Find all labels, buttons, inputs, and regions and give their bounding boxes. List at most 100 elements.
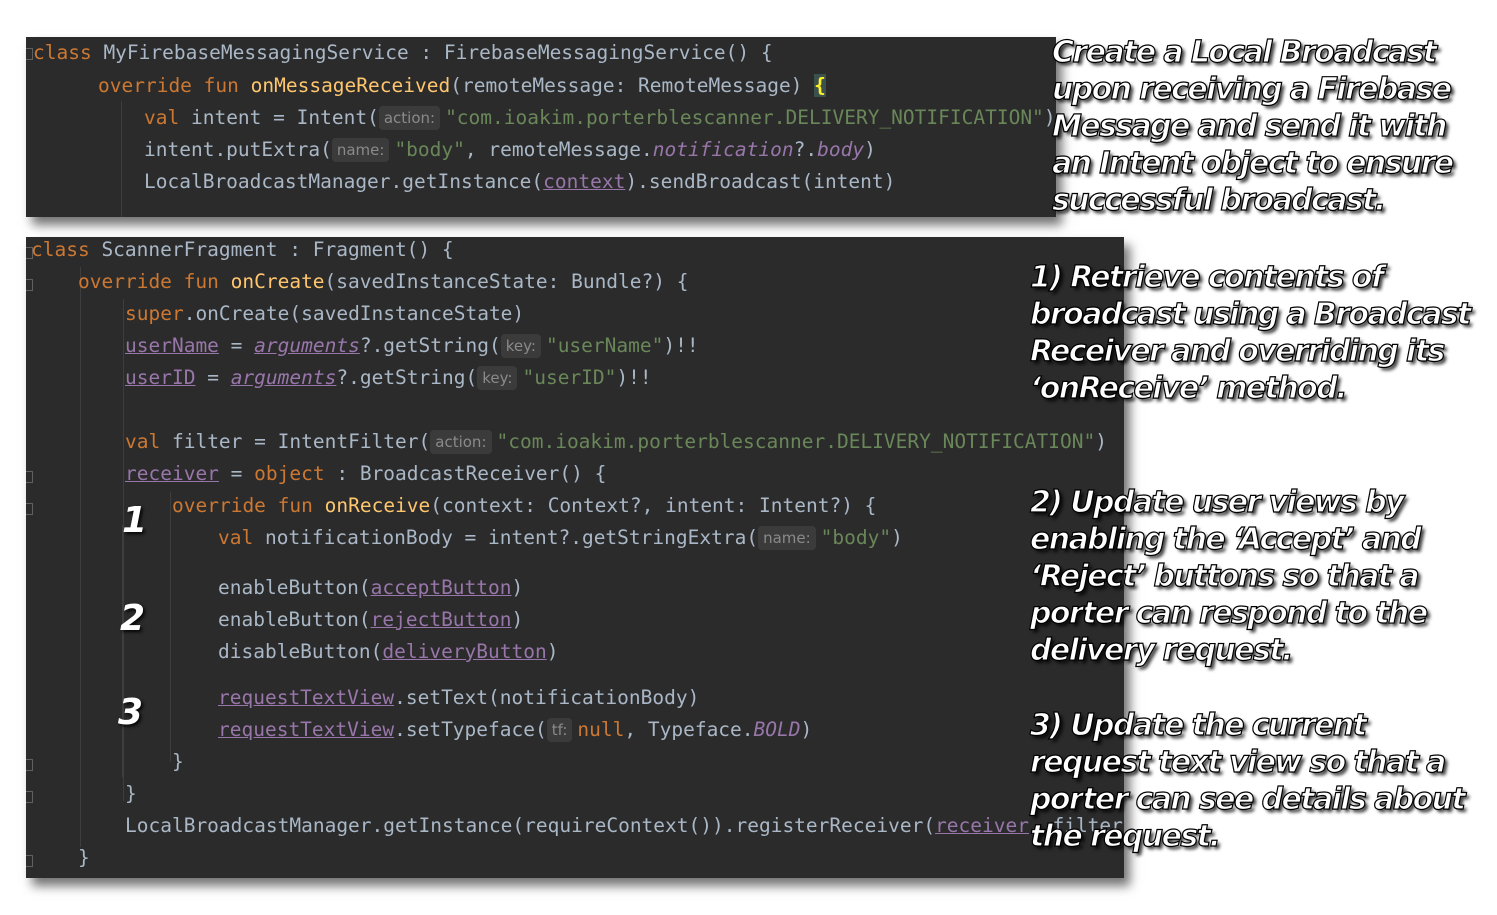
code-line-closing-brace: }	[125, 778, 137, 810]
code-text: , remoteMessage.	[464, 138, 653, 161]
string-literal: "body"	[394, 138, 465, 161]
code-text: disableButton(	[218, 640, 383, 663]
code-line-put-extra: intent.putExtra(name: "body", remoteMessa…	[144, 134, 876, 166]
annotation-local-broadcast: Create a Local Broadcast upon receiving …	[1051, 34, 1454, 218]
code-line-register-receiver: LocalBroadcastManager.getInstance(requir…	[125, 810, 1124, 842]
code-line-val-intent: val intent = Intent(action: "com.ioakim.p…	[144, 102, 1056, 134]
keyword: val	[125, 430, 161, 453]
code-text: (savedInstanceState: Bundle?) {	[324, 270, 689, 293]
indent-guide	[80, 267, 81, 847]
code-text: )!!	[616, 366, 652, 389]
code-text: (context: Context?, intent: Intent?) {	[430, 494, 877, 517]
fold-marker[interactable]	[26, 855, 33, 867]
code-line-set-text: requestTextView.setText(notificationBody…	[218, 682, 699, 714]
code-text: ?.	[793, 138, 818, 161]
code-line-on-create: override fun onCreate(savedInstanceState…	[78, 266, 689, 298]
property-reference[interactable]: arguments	[254, 334, 360, 357]
code-line-closing-brace: }	[78, 842, 90, 874]
code-text: ?.getString(	[359, 334, 501, 357]
keyword: val	[144, 106, 180, 129]
code-text: )	[800, 718, 813, 741]
firebase-service-code-panel: class MyFirebaseMessagingService : Fireb…	[26, 37, 1056, 217]
code-text: )	[891, 526, 903, 549]
function-name: onCreate	[230, 270, 325, 293]
parameter-hint: key:	[500, 334, 541, 358]
code-line-user-id: userID = arguments?.getString(key: "userI…	[125, 362, 652, 394]
code-line-set-typeface: requestTextView.setTypeface(tf: null, Typ…	[218, 714, 812, 746]
code-line-intent-filter: val filter = IntentFilter(action: "com.io…	[125, 426, 1107, 458]
code-text: )	[546, 640, 559, 663]
property-reference[interactable]: userName	[125, 334, 219, 357]
function-name: onReceive	[324, 494, 431, 517]
code-text: enableButton(	[218, 576, 371, 599]
code-line-class-declaration: class ScannerFragment : Fragment() {	[31, 237, 454, 266]
property-reference[interactable]: requestTextView	[218, 718, 394, 741]
code-text: intent.putExtra(	[144, 138, 332, 161]
annotation-step-1: 1) Retrieve contents of broadcast using …	[1029, 259, 1472, 406]
indent-guide	[121, 101, 122, 217]
highlighted-brace: {	[814, 74, 826, 97]
code-text: )	[864, 138, 876, 161]
fold-marker[interactable]	[26, 48, 33, 60]
property-reference[interactable]: deliveryButton	[382, 640, 546, 663]
property-reference[interactable]: rejectButton	[371, 608, 512, 631]
fold-marker[interactable]	[26, 759, 33, 771]
step-number-2: 2	[120, 598, 146, 639]
parameter-hint: name:	[758, 526, 816, 550]
string-literal: "userID"	[522, 366, 617, 389]
fold-marker[interactable]	[26, 471, 33, 483]
code-text: .setTypeface(	[394, 718, 547, 741]
keyword: class	[33, 41, 92, 64]
class-signature: ScannerFragment : Fragment() {	[89, 238, 454, 261]
keyword: object	[254, 462, 325, 485]
property-reference[interactable]: receiver	[935, 814, 1029, 837]
step-number-3: 3	[118, 692, 144, 733]
fold-marker[interactable]	[26, 503, 33, 515]
parameter-hint: name:	[331, 138, 390, 162]
fold-marker[interactable]	[26, 791, 33, 803]
function-name: onMessageReceived	[250, 74, 451, 97]
code-text: )	[511, 608, 524, 631]
keyword: super	[125, 302, 184, 325]
fold-marker[interactable]	[26, 279, 33, 291]
code-line-on-receive: override fun onReceive(context: Context?…	[172, 490, 876, 522]
code-text: =	[195, 366, 231, 389]
context-reference[interactable]: context	[543, 170, 625, 193]
code-line-class-declaration: class MyFirebaseMessagingService : Fireb…	[33, 37, 773, 69]
code-line-enable-accept: enableButton(acceptButton)	[218, 572, 523, 604]
scanner-fragment-code-panel: class ScannerFragment : Fragment() { ove…	[26, 237, 1124, 878]
code-text: ?.getString(	[336, 366, 478, 389]
code-text: )	[1095, 430, 1107, 453]
string-literal: "com.ioakim.porterblescanner.DELIVERY_NO…	[445, 106, 1044, 129]
code-line-disable-delivery: disableButton(deliveryButton)	[218, 636, 559, 668]
parameter-hint: tf:	[546, 718, 573, 742]
code-text: }	[78, 846, 90, 869]
keyword: class	[31, 238, 90, 261]
class-signature: MyFirebaseMessagingService : FirebaseMes…	[91, 41, 773, 64]
string-literal: "body"	[820, 526, 892, 549]
code-text: .setText(notificationBody)	[394, 686, 700, 709]
parameter-hint: action:	[430, 430, 492, 454]
keyword: override fun	[78, 270, 231, 293]
parameter-hint: action:	[378, 106, 441, 130]
code-text: }	[172, 750, 184, 773]
code-text: : BroadcastReceiver() {	[324, 462, 607, 485]
code-text: filter = IntentFilter(	[160, 430, 431, 453]
code-text: )	[511, 576, 524, 599]
property-reference[interactable]: receiver	[125, 462, 219, 485]
code-text: , Typeface.	[624, 718, 754, 741]
step-bracket-line	[122, 525, 123, 777]
keyword: override fun	[98, 74, 251, 97]
step-number-1: 1	[122, 500, 148, 541]
property-reference[interactable]: arguments	[231, 366, 337, 389]
property-reference[interactable]: userID	[125, 366, 195, 389]
property-reference: body	[817, 138, 865, 161]
property-reference[interactable]: acceptButton	[371, 576, 512, 599]
code-line-on-message-received: override fun onMessageReceived(remoteMes…	[98, 70, 826, 102]
code-line-receiver-object: receiver = object : BroadcastReceiver() …	[125, 458, 606, 490]
code-line-closing-brace: }	[172, 746, 184, 778]
string-literal: "com.ioakim.porterblescanner.DELIVERY_NO…	[496, 430, 1096, 453]
indent-guide	[170, 492, 171, 762]
property-reference[interactable]: requestTextView	[218, 686, 394, 709]
code-text: ).sendBroadcast(intent)	[625, 170, 896, 193]
